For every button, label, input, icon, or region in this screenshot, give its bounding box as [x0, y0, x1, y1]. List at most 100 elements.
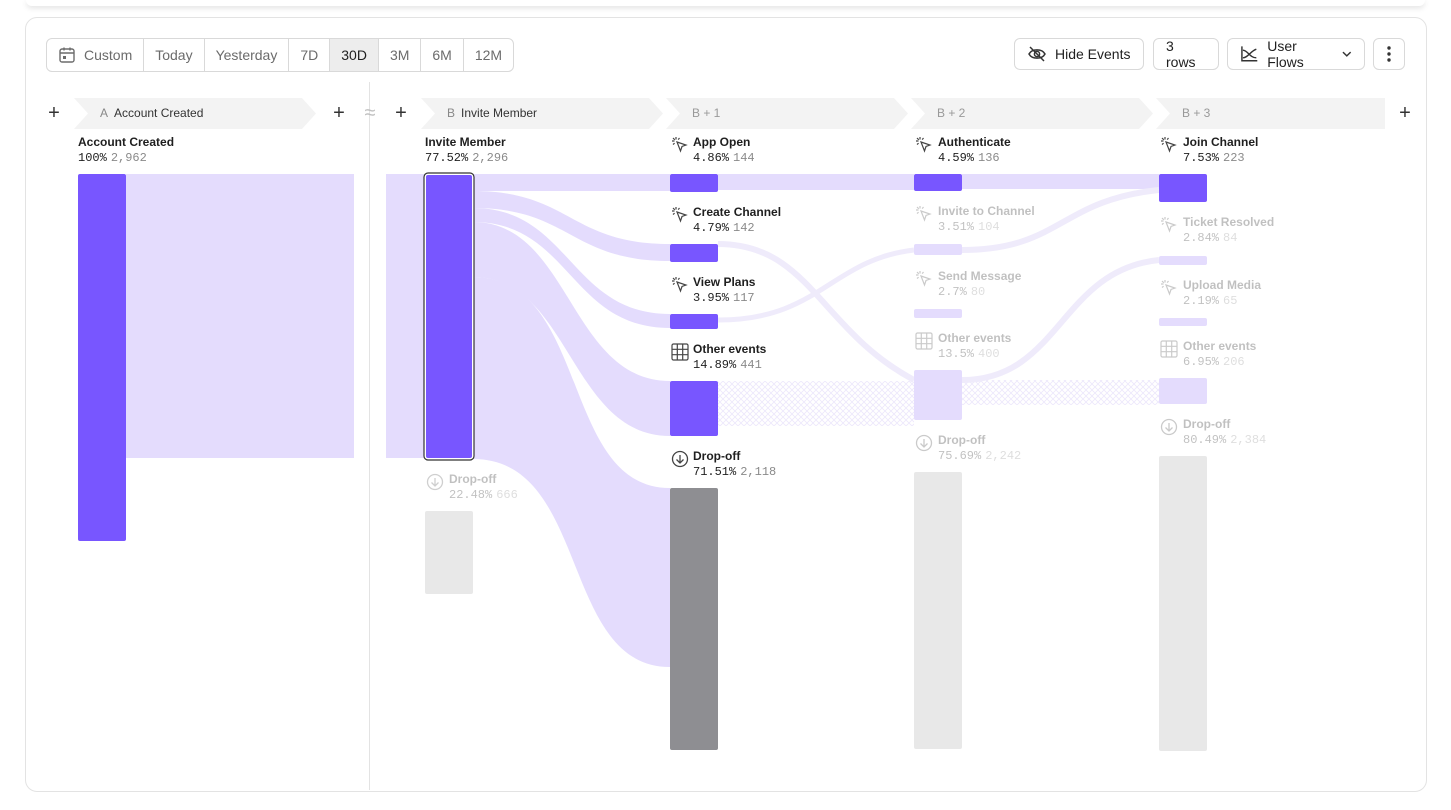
node-label-b3-other: Other events [1183, 339, 1257, 353]
bar-invite-dropoff[interactable] [425, 511, 473, 594]
node-label-b2-dropoff: Drop-off [938, 433, 986, 447]
node-stat-authenticate: 4.59% 136 [938, 151, 1000, 165]
bar-b1-other[interactable] [670, 381, 718, 436]
grid-icon [1160, 340, 1178, 358]
bar-b3-dropoff[interactable] [1159, 456, 1207, 751]
dropoff-icon [671, 450, 689, 468]
bar-b3-other[interactable] [1159, 378, 1207, 404]
node-stat-upload-media: 2.19% 65 [1183, 294, 1237, 308]
node-label-invite-channel: Invite to Channel [938, 204, 1035, 218]
node-count: 2,242 [985, 449, 1022, 463]
cursor-click-icon [1161, 280, 1177, 296]
node-count: 2,962 [110, 151, 147, 165]
node-count: 117 [733, 291, 755, 305]
bar-invite-member[interactable] [426, 175, 472, 458]
node-pct: 3.95% [693, 291, 730, 305]
node-stat-b2-other: 13.5% 400 [938, 347, 1000, 361]
bar-view-plans[interactable] [670, 314, 718, 329]
cursor-click-icon [916, 271, 932, 287]
node-count: 223 [1223, 151, 1245, 165]
node-count: 65 [1223, 294, 1238, 308]
cursor-click-icon [916, 137, 932, 153]
node-stat-account-created: 100% 2,962 [78, 151, 147, 165]
node-count: 400 [978, 347, 1000, 361]
flow-other-mesh-2 [962, 380, 1159, 405]
node-stat-invite-channel: 3.51% 104 [938, 220, 1000, 234]
bar-b1-dropoff[interactable] [670, 488, 718, 750]
node-count: 104 [978, 220, 1000, 234]
cursor-click-icon [916, 206, 932, 222]
node-pct: 2.7% [938, 285, 967, 299]
node-count: 441 [740, 358, 762, 372]
flow-b-to-app-open [473, 174, 670, 191]
bar-b2-dropoff[interactable] [914, 472, 962, 749]
bar-create-channel[interactable] [670, 244, 718, 262]
node-label-ticket-resolved: Ticket Resolved [1183, 215, 1275, 229]
bar-send-message[interactable] [914, 309, 962, 318]
node-label-send-message: Send Message [938, 269, 1022, 283]
node-pct: 75.69% [938, 449, 982, 463]
node-count: 2,118 [740, 465, 777, 479]
node-stat-join-channel: 7.53% 223 [1183, 151, 1245, 165]
bar-ticket-resolved[interactable] [1159, 256, 1207, 265]
node-stat-invite-member: 77.52% 2,296 [425, 151, 508, 165]
node-pct: 3.51% [938, 220, 975, 234]
node-label-create-channel: Create Channel [693, 205, 782, 219]
flow-a-to-b [126, 174, 354, 458]
grid-icon [915, 332, 933, 350]
node-count: 2,384 [1230, 433, 1267, 447]
node-pct: 14.89% [693, 358, 737, 372]
flow-app-open-to-authenticate [718, 174, 914, 190]
node-count: 80 [970, 285, 986, 299]
node-pct: 2.19% [1183, 294, 1220, 308]
node-stat-b1-dropoff: 71.51% 2,118 [693, 465, 776, 479]
node-pct: 6.95% [1183, 355, 1220, 369]
bar-b2-other[interactable] [914, 370, 962, 420]
node-count: 144 [733, 151, 755, 165]
dropoff-icon [426, 473, 444, 491]
node-pct: 80.49% [1183, 433, 1227, 447]
node-stat-b3-other: 6.95% 206 [1183, 355, 1245, 369]
node-pct: 100% [78, 151, 107, 165]
dropoff-icon [1160, 418, 1178, 436]
node-label-b2-other: Other events [938, 331, 1012, 345]
node-label-join-channel: Join Channel [1183, 135, 1259, 149]
node-label-invite-member: Invite Member [425, 135, 506, 149]
node-stat-b3-dropoff: 80.49% 2,384 [1183, 433, 1266, 447]
node-label-b1-other: Other events [693, 342, 767, 356]
bar-authenticate[interactable] [914, 174, 962, 191]
node-pct: 77.52% [425, 151, 469, 165]
node-pct: 22.48% [449, 488, 493, 502]
cursor-click-icon [672, 277, 688, 293]
bar-join-channel[interactable] [1159, 174, 1207, 202]
node-count: 136 [978, 151, 1000, 165]
flow-diagram [78, 172, 1207, 751]
bar-invite-channel[interactable] [914, 244, 962, 255]
node-count: 142 [733, 221, 755, 235]
node-pct: 4.79% [693, 221, 730, 235]
grid-icon [671, 343, 689, 361]
node-stat-invite-dropoff: 22.48% 666 [449, 488, 518, 502]
node-count: 206 [1223, 355, 1245, 369]
node-count: 84 [1223, 231, 1238, 245]
node-count: 666 [496, 488, 518, 502]
node-stat-view-plans: 3.95% 117 [693, 291, 755, 305]
node-label-view-plans: View Plans [693, 275, 756, 289]
cursor-click-icon [672, 207, 688, 223]
node-label-b3-dropoff: Drop-off [1183, 417, 1231, 431]
node-stat-send-message: 2.7% 80 [938, 285, 985, 299]
node-pct: 4.59% [938, 151, 975, 165]
node-pct: 7.53% [1183, 151, 1220, 165]
node-stat-app-open: 4.86% 144 [693, 151, 755, 165]
node-stat-create-channel: 4.79% 142 [693, 221, 755, 235]
node-stat-b1-other: 14.89% 441 [693, 358, 762, 372]
node-pct: 2.84% [1183, 231, 1220, 245]
bar-upload-media[interactable] [1159, 318, 1207, 326]
bar-account-created[interactable] [78, 174, 126, 541]
cursor-click-icon [1161, 217, 1177, 233]
bar-app-open[interactable] [670, 174, 718, 192]
node-stat-ticket-resolved: 2.84% 84 [1183, 231, 1237, 245]
node-pct: 13.5% [938, 347, 975, 361]
dropoff-icon [915, 434, 933, 452]
cursor-click-icon [672, 137, 688, 153]
